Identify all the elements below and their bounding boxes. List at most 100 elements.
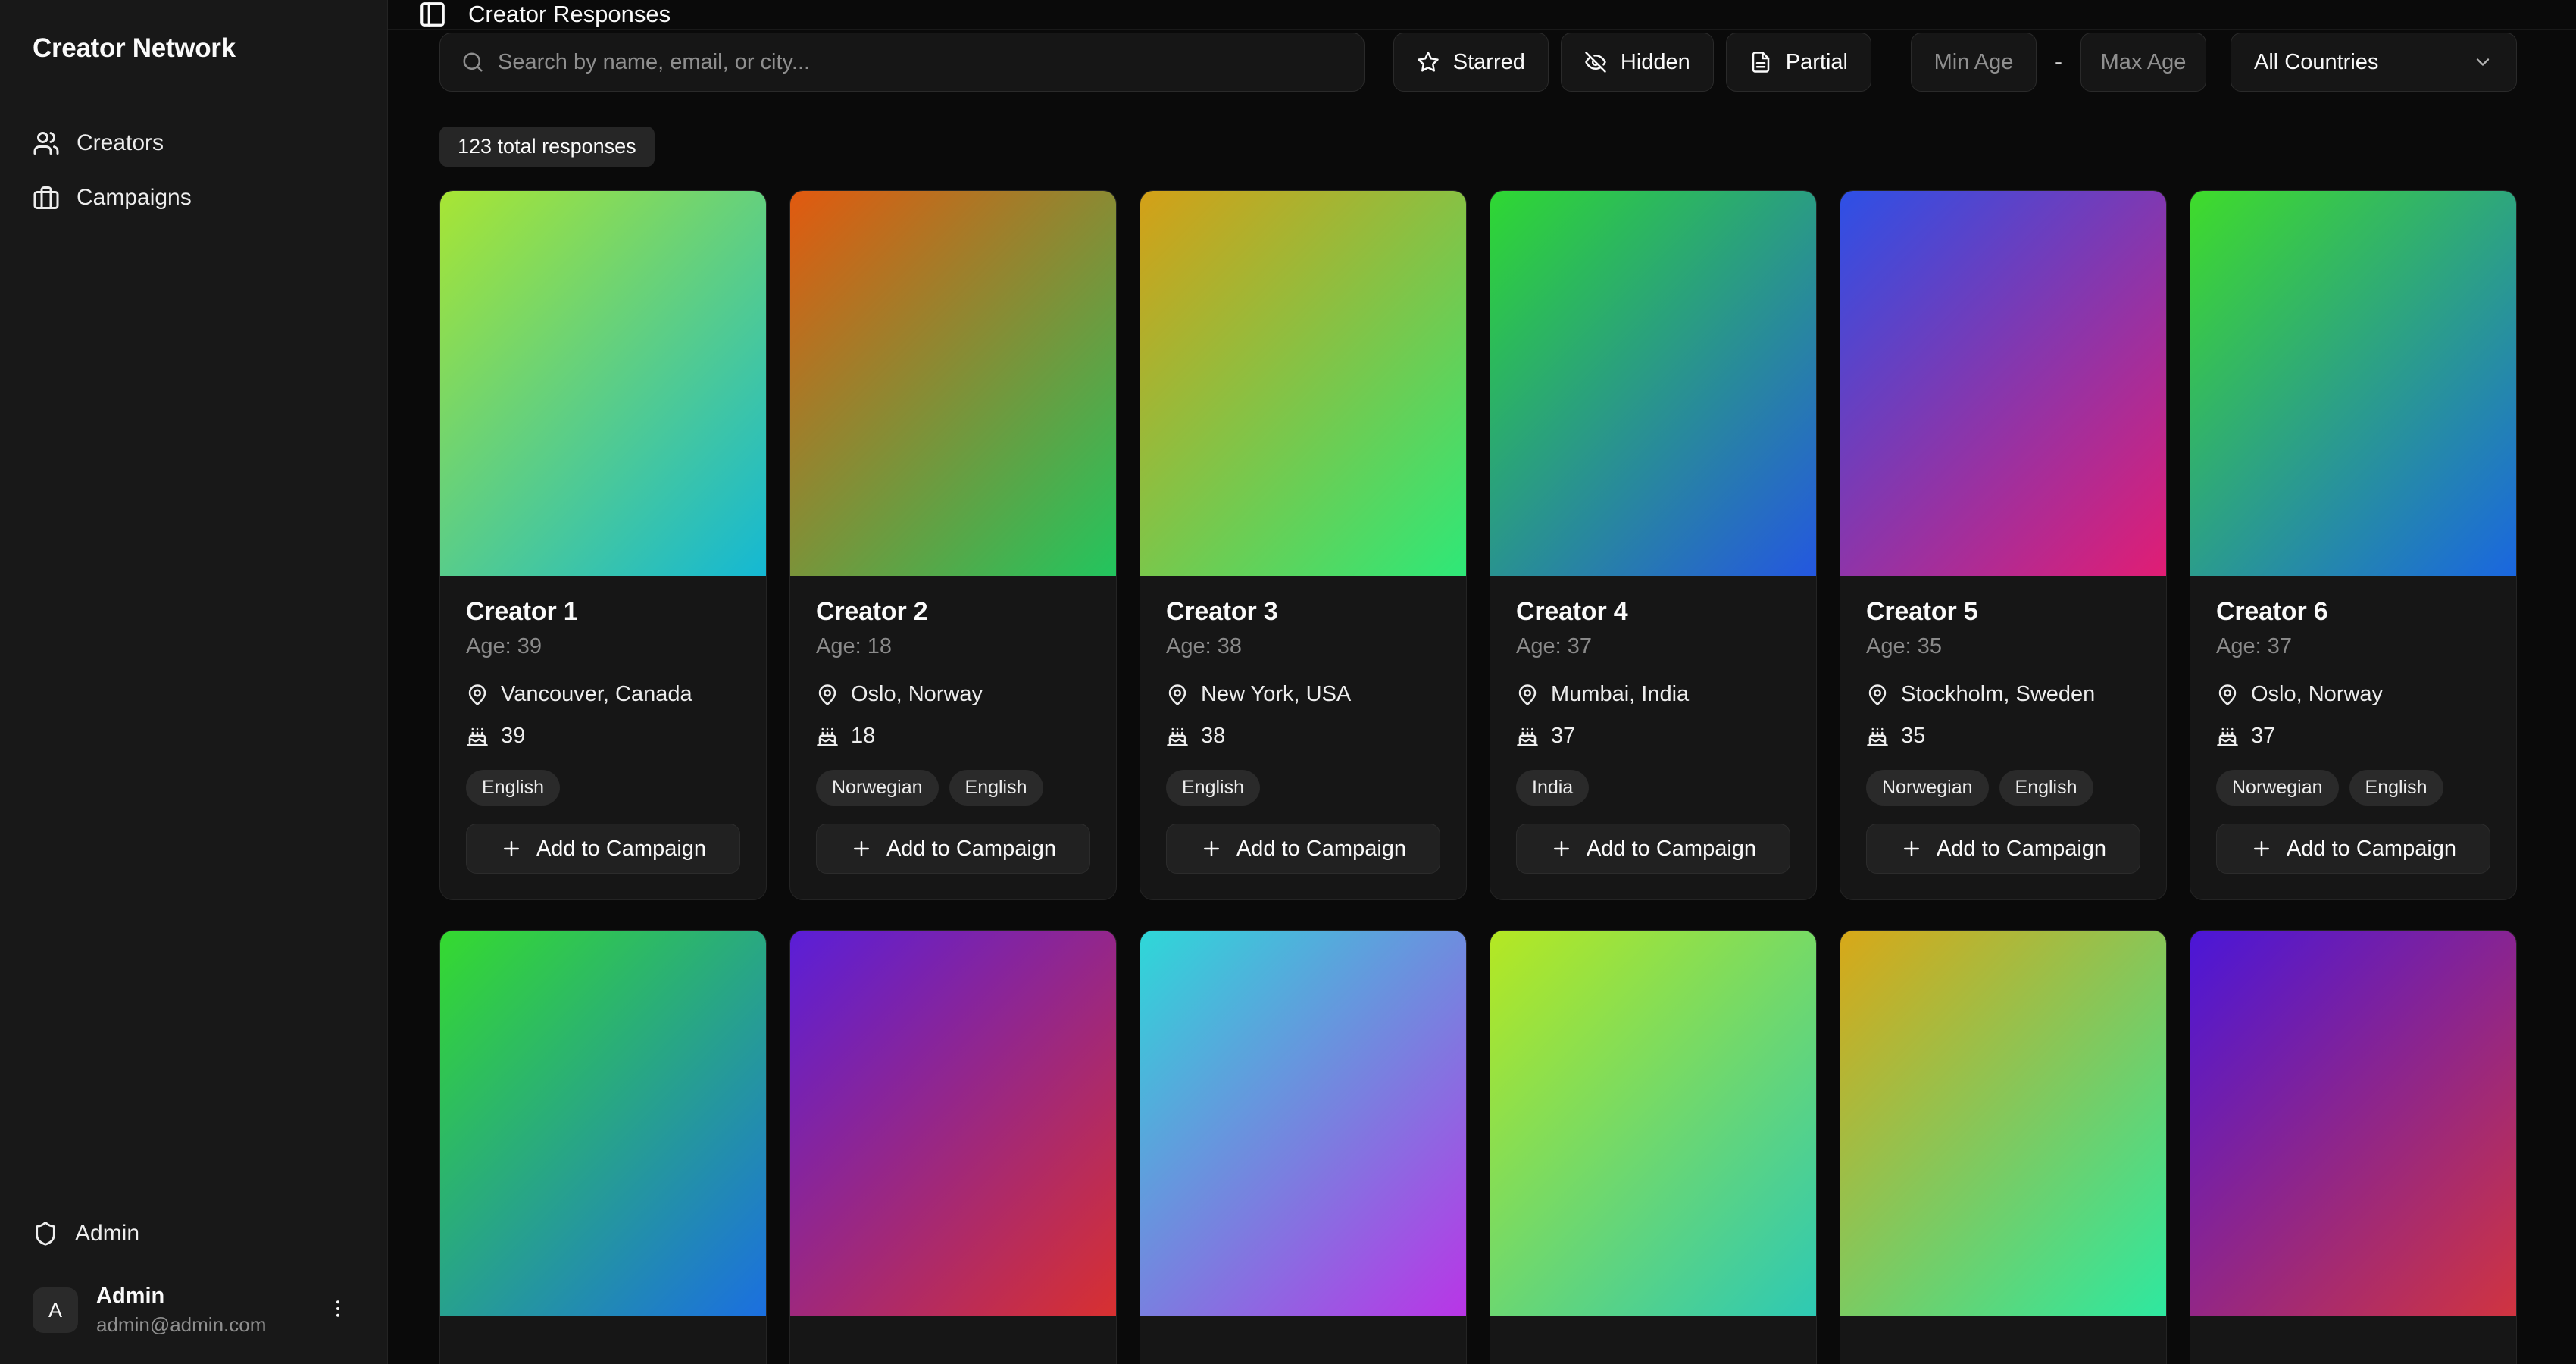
language-tag: English [1999,770,2093,806]
creator-age-label: Age: 18 [816,634,1090,659]
creator-card[interactable] [2190,930,2517,1364]
add-to-campaign-button[interactable]: Add to Campaign [466,824,740,874]
creator-birthday-row: 39 [466,724,740,749]
creator-location: Mumbai, India [1551,682,1689,707]
page-title: Creator Responses [468,1,671,28]
creator-age-label: Age: 38 [1166,634,1440,659]
add-to-campaign-label: Add to Campaign [1937,837,2106,862]
add-to-campaign-label: Add to Campaign [2287,837,2456,862]
map-pin-icon [1166,684,1189,706]
user-row[interactable]: A Admin admin@admin.com [33,1284,357,1337]
file-text-icon [1749,51,1772,74]
user-info: Admin admin@admin.com [96,1284,266,1337]
add-to-campaign-button[interactable]: Add to Campaign [816,824,1090,874]
sidebar-item-creators[interactable]: Creators [22,120,367,167]
panel-left-icon[interactable] [418,0,447,29]
add-to-campaign-label: Add to Campaign [886,837,1056,862]
partial-filter-label: Partial [1786,50,1848,75]
creator-card[interactable] [1490,930,1817,1364]
search-box [439,33,1365,92]
creator-birthday-row: 38 [1166,724,1440,749]
summary-row: 123 total responses [388,92,2576,167]
sidebar-item-campaigns[interactable]: Campaigns [22,174,367,221]
creator-tags: English [1166,770,1440,806]
creator-card[interactable]: Creator 2 Age: 18 Oslo, Norway 18 Norweg… [789,190,1117,900]
map-pin-icon [816,684,839,706]
user-name: Admin [96,1284,266,1309]
creator-name: Creator 5 [1866,597,2140,627]
plus-icon [500,837,523,860]
admin-section-label[interactable]: Admin [33,1211,357,1256]
briefcase-icon [33,184,60,211]
sidebar: Creator Network Creators Campaigns Admin… [0,0,388,1364]
cake-icon [1166,725,1189,748]
creator-location-row: Oslo, Norway [816,682,1090,707]
creator-birthday-value: 37 [1551,724,1575,749]
add-to-campaign-button[interactable]: Add to Campaign [1866,824,2140,874]
main-content: Creator Responses Starred Hidden Partial… [388,0,2576,1364]
creator-name: Creator 3 [1166,597,1440,627]
search-input[interactable] [498,50,1343,75]
shield-icon [33,1221,58,1247]
creator-gradient-image [790,931,1116,1316]
creator-gradient-image [1490,191,1816,576]
creator-birthday-row: 37 [2216,724,2490,749]
creator-location-row: New York, USA [1166,682,1440,707]
creator-gradient-image [440,191,766,576]
creator-card-body: Creator 1 Age: 39 Vancouver, Canada 39 E… [440,576,766,899]
add-to-campaign-button[interactable]: Add to Campaign [2216,824,2490,874]
creator-gradient-image [1140,931,1466,1316]
creator-name: Creator 1 [466,597,740,627]
min-age-input[interactable] [1911,33,2037,92]
creator-location: Vancouver, Canada [501,682,692,707]
language-tag: Norwegian [816,770,939,806]
cake-icon [466,725,489,748]
creator-card-body: Creator 5 Age: 35 Stockholm, Sweden 35 N… [1840,576,2166,899]
creator-location: Oslo, Norway [851,682,983,707]
creator-card[interactable]: Creator 6 Age: 37 Oslo, Norway 37 Norweg… [2190,190,2517,900]
partial-filter-button[interactable]: Partial [1726,33,1871,92]
creator-gradient-image [440,931,766,1316]
cake-icon [816,725,839,748]
creator-card-body: Creator 6 Age: 37 Oslo, Norway 37 Norweg… [2190,576,2516,899]
app-title: Creator Network [33,33,357,64]
language-tag: Norwegian [1866,770,1989,806]
creator-tags: India [1516,770,1790,806]
language-tag: English [466,770,560,806]
creator-card[interactable] [789,930,1117,1364]
creator-birthday-value: 38 [1201,724,1225,749]
starred-filter-button[interactable]: Starred [1393,33,1549,92]
map-pin-icon [2216,684,2239,706]
max-age-input[interactable] [2080,33,2206,92]
creator-gradient-image [790,191,1116,576]
plus-icon [1900,837,1923,860]
user-email: admin@admin.com [96,1313,266,1337]
hidden-filter-button[interactable]: Hidden [1561,33,1714,92]
creator-card[interactable]: Creator 5 Age: 35 Stockholm, Sweden 35 N… [1840,190,2167,900]
cake-icon [1516,725,1539,748]
creator-birthday-value: 18 [851,724,875,749]
cake-icon [1866,725,1889,748]
creator-card[interactable] [1840,930,2167,1364]
creator-card[interactable] [439,930,767,1364]
creator-card-body: Creator 3 Age: 38 New York, USA 38 Engli… [1140,576,1466,899]
users-icon [33,130,60,157]
creator-location: Stockholm, Sweden [1901,682,2095,707]
creator-card[interactable]: Creator 4 Age: 37 Mumbai, India 37 India… [1490,190,1817,900]
creator-birthday-value: 35 [1901,724,1925,749]
user-menu-button[interactable] [319,1290,357,1331]
language-tag: English [1166,770,1260,806]
plus-icon [1550,837,1573,860]
creator-gradient-image [1840,931,2166,1316]
creator-card[interactable]: Creator 1 Age: 39 Vancouver, Canada 39 E… [439,190,767,900]
add-to-campaign-button[interactable]: Add to Campaign [1516,824,1790,874]
plus-icon [1200,837,1223,860]
creator-birthday-row: 37 [1516,724,1790,749]
country-select[interactable]: All Countries [2231,33,2517,92]
sidebar-footer: Admin A Admin admin@admin.com [33,1211,357,1337]
add-to-campaign-button[interactable]: Add to Campaign [1166,824,1440,874]
creator-card[interactable]: Creator 3 Age: 38 New York, USA 38 Engli… [1140,190,1467,900]
creator-card[interactable] [1140,930,1467,1364]
starred-filter-label: Starred [1453,50,1525,75]
plus-icon [850,837,873,860]
